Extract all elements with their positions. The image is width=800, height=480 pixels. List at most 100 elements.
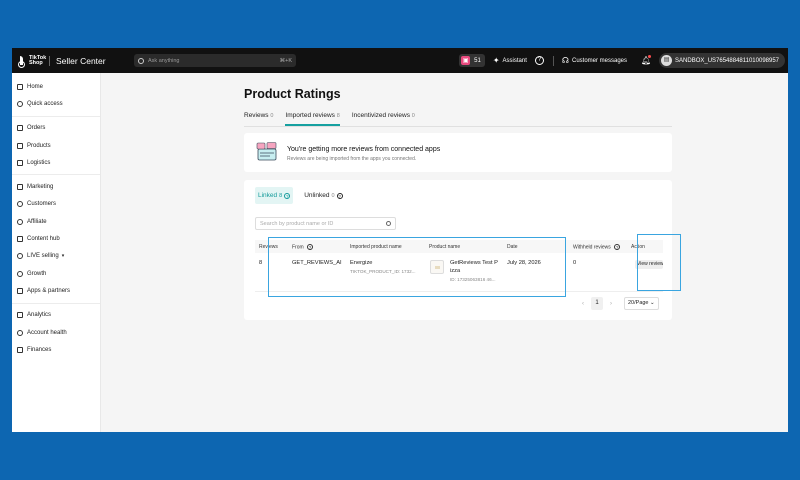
chevron-down-icon: ▾ xyxy=(61,253,65,260)
column-date: Date xyxy=(507,244,518,250)
notification-dot xyxy=(648,54,652,58)
brand-name: Seller Center xyxy=(56,55,106,66)
sidebar-item-logistics[interactable]: Logistics xyxy=(12,154,100,171)
chevron-left-icon[interactable]: ‹ xyxy=(578,301,588,307)
sidebar-item-growth[interactable]: Growth xyxy=(12,265,100,282)
cell-imported-product-name: Energize xyxy=(350,260,373,266)
sidebar-item-content-hub[interactable]: Content hub xyxy=(12,230,100,247)
sidebar-item-label: Home xyxy=(27,83,44,90)
sidebar-divider xyxy=(12,115,100,117)
reviews-illustration-icon xyxy=(256,142,277,161)
page-size-select[interactable]: 20/Page ⌄ xyxy=(624,297,659,310)
banner-subtitle: Reviews are being imported from the apps… xyxy=(287,156,417,162)
customers-icon xyxy=(17,201,23,208)
page-tabs: Reviews 0 Imported reviews 8 Incentivize… xyxy=(244,112,427,126)
apps-icon xyxy=(17,287,23,294)
sparkle-icon: ✦ xyxy=(492,56,500,65)
customer-messages-label: Customer messages xyxy=(572,57,628,64)
column-label: Withheld reviews xyxy=(573,244,611,251)
sidebar-item-home[interactable]: Home xyxy=(12,78,100,95)
sidebar-item-quick-access[interactable]: Quick access xyxy=(12,95,100,112)
assistant-button[interactable]: ✦ Assistant xyxy=(493,56,527,65)
sidebar-item-affiliate[interactable]: Affiliate xyxy=(12,213,100,230)
cell-product-name-line1[interactable]: GetReviews Test P xyxy=(450,260,498,266)
banner-title: You're getting more reviews from connect… xyxy=(287,146,441,153)
sidebar-item-analytics[interactable]: Analytics xyxy=(12,307,100,324)
sidebar-item-label: Growth xyxy=(27,270,47,277)
cell-withheld-reviews: 0 xyxy=(573,260,577,266)
tab-label: Incentivized reviews xyxy=(351,112,410,119)
help-icon[interactable]: ? xyxy=(534,56,544,65)
logo-text: TikTok Shop xyxy=(29,54,47,66)
view-reviews-button[interactable]: View reviews xyxy=(635,260,663,269)
brand[interactable]: TikTok Shop Seller Center xyxy=(18,54,106,68)
tab-reviews[interactable]: Reviews 0 xyxy=(244,112,273,126)
sidebar-divider xyxy=(12,174,100,176)
store-avatar-icon: ▤ xyxy=(661,55,673,66)
product-thumbnail xyxy=(430,260,444,274)
account-name: SANDBOX_US7654884811010098957 xyxy=(675,57,779,64)
help-icon[interactable]: ? xyxy=(336,192,343,199)
chevron-right-icon[interactable]: › xyxy=(606,301,616,307)
global-search[interactable]: Ask anything ⌘+K xyxy=(134,54,296,67)
info-banner: You're getting more reviews from connect… xyxy=(244,133,672,172)
sidebar-item-label: Logistics xyxy=(27,159,51,166)
subtab-linked[interactable]: Linked 8 ? xyxy=(255,187,294,204)
page-number[interactable]: 1 xyxy=(591,297,603,310)
column-label: From xyxy=(292,244,304,251)
sidebar-item-label: Marketing xyxy=(27,184,54,191)
sidebar-item-label: Content hub xyxy=(27,236,60,243)
product-search-input[interactable]: Search by product name or ID xyxy=(255,217,396,230)
cell-imported-product-id: TIKTOK_PRODUCT_ID: 1732... xyxy=(350,269,416,274)
marketing-icon xyxy=(17,184,23,191)
assistant-label: Assistant xyxy=(502,57,527,64)
divider xyxy=(552,55,554,66)
sidebar-divider xyxy=(12,302,100,304)
sidebar-item-marketing[interactable]: Marketing xyxy=(12,178,100,195)
tiktok-shop-logo: TikTok Shop xyxy=(18,54,47,68)
help-icon[interactable]: ? xyxy=(307,244,314,250)
column-from: From ? xyxy=(292,244,314,251)
sidebar-item-label: Products xyxy=(27,142,51,149)
analytics-icon xyxy=(17,312,23,319)
tabs-divider xyxy=(244,126,672,127)
subtab-label: Linked xyxy=(258,192,278,199)
quick-access-icon xyxy=(17,100,23,107)
link-subtabs: Linked 8 ? Unlinked 0 ? xyxy=(255,187,354,204)
account-menu[interactable]: ▤ SANDBOX_US7654884811010098957 xyxy=(659,53,785,68)
sidebar-item-account-health[interactable]: Account health xyxy=(12,324,100,341)
table-row: 8 GET_REVIEWS_AI Energize TIKTOK_PRODUCT… xyxy=(255,253,663,292)
sidebar-item-label: Analytics xyxy=(27,312,52,319)
cell-product-name-line2[interactable]: izza xyxy=(450,268,460,274)
bell-icon[interactable]: 🔔︎ xyxy=(641,54,652,66)
tab-count: 8 xyxy=(336,113,340,119)
sidebar-item-apps-partners[interactable]: Apps & partners xyxy=(12,282,100,299)
subtab-unlinked[interactable]: Unlinked 0 ? xyxy=(301,187,345,204)
sidebar-item-products[interactable]: Products xyxy=(12,137,100,154)
column-withheld-reviews: Withheld reviews ? xyxy=(573,244,621,251)
sidebar-item-label: Affiliate xyxy=(27,218,47,225)
gift-icon: ▣ xyxy=(461,56,471,65)
help-icon[interactable]: ? xyxy=(284,192,291,199)
sidebar-item-customers[interactable]: Customers xyxy=(12,196,100,213)
customer-messages-button[interactable]: ☊ Customer messages xyxy=(562,56,627,65)
tab-label: Reviews xyxy=(244,112,269,119)
tiktok-logo-icon xyxy=(18,55,27,68)
growth-icon xyxy=(17,270,23,277)
coins-badge[interactable]: ▣ 51 xyxy=(459,54,485,67)
sidebar-item-live-selling[interactable]: LIVE selling ▾ xyxy=(12,248,100,265)
sidebar-item-orders[interactable]: Orders xyxy=(12,120,100,137)
content-hub-icon xyxy=(17,236,23,243)
page-size-value: 20/Page xyxy=(628,300,649,306)
reviews-panel: Linked 8 ? Unlinked 0 ? Search by produc… xyxy=(244,180,672,320)
affiliate-icon xyxy=(17,218,23,225)
sidebar-item-finances[interactable]: Finances xyxy=(12,341,100,358)
pagination: ‹ 1 › 20/Page ⌄ xyxy=(578,297,659,310)
cell-from: GET_REVIEWS_AI xyxy=(292,260,342,266)
tab-imported-reviews[interactable]: Imported reviews 8 xyxy=(285,112,341,126)
sidebar-item-label: LIVE selling xyxy=(27,253,59,260)
tab-count: 0 xyxy=(270,113,274,119)
help-icon[interactable]: ? xyxy=(614,244,621,250)
tab-incentivized-reviews[interactable]: Incentivized reviews 0 xyxy=(352,112,415,126)
search-icon[interactable] xyxy=(386,221,391,226)
